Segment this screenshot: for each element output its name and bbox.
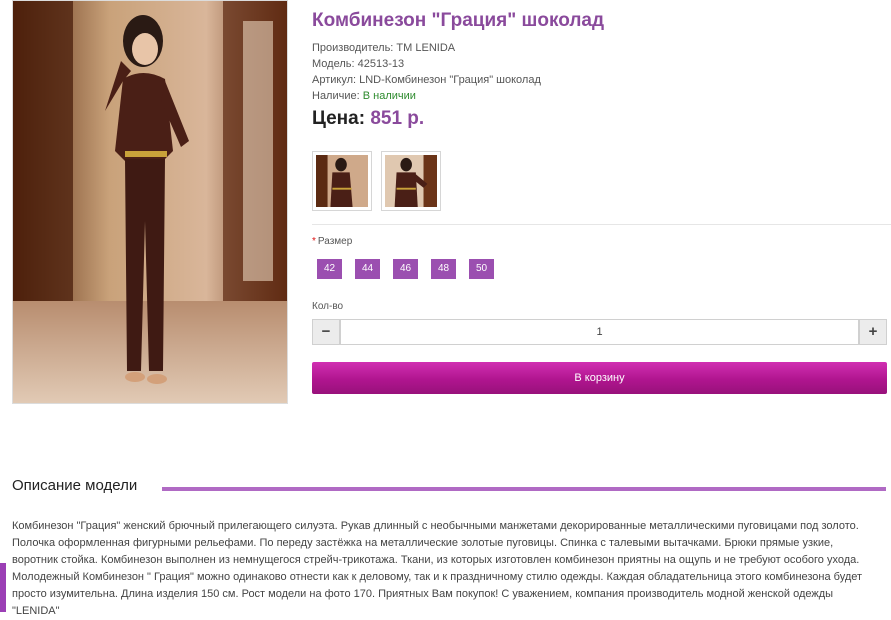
thumbnail-1[interactable] (312, 151, 372, 211)
availability-label: Наличие: (312, 90, 363, 102)
model-label: Модель: (312, 58, 358, 70)
model-row: Модель: 42513-13 (312, 56, 541, 72)
size-option-44[interactable]: 44 (355, 259, 380, 279)
description-heading-underline (162, 487, 886, 491)
size-label-text: Размер (317, 236, 353, 247)
description-heading: Описание модели (12, 477, 138, 494)
quantity-increase-button[interactable]: + (859, 319, 887, 345)
manufacturer-row: Производитель: TM LENIDA (312, 40, 541, 56)
description-text: Комбинезон "Грация" женский брючный прил… (12, 520, 863, 617)
size-option-50[interactable]: 50 (469, 259, 494, 279)
size-option-48[interactable]: 48 (431, 259, 456, 279)
availability-value: В наличии (362, 90, 416, 102)
quantity-input[interactable] (340, 319, 859, 345)
thumbnail-image (316, 155, 368, 207)
thumbnail-2[interactable] (381, 151, 441, 211)
product-photo (13, 1, 287, 403)
price-value: 851 р. (370, 108, 425, 129)
thumbnail-image (385, 155, 437, 207)
size-label: * Размер (312, 236, 352, 247)
manufacturer-value[interactable]: TM LENIDA (396, 42, 455, 54)
quantity-decrease-button[interactable]: − (312, 319, 340, 345)
required-mark: * (312, 236, 316, 247)
sku-label: Артикул: (312, 74, 360, 86)
availability-row: Наличие: В наличии (312, 88, 541, 104)
model-value: 42513-13 (357, 58, 405, 70)
size-option-42[interactable]: 42 (317, 259, 342, 279)
side-feedback-tab[interactable] (0, 563, 6, 612)
divider (312, 224, 891, 225)
price-label: Цена: (312, 108, 371, 129)
product-main-image[interactable] (12, 0, 288, 404)
product-specs: Производитель: TM LENIDA Модель: 42513-1… (312, 40, 541, 104)
manufacturer-label: Производитель: (312, 42, 397, 54)
sku-row: Артикул: LND-Комбинезон "Грация" шоколад (312, 72, 541, 88)
sku-value: LND-Комбинезон "Грация" шоколад (359, 74, 541, 86)
add-to-cart-button[interactable]: В корзину (312, 362, 887, 394)
product-price: Цена: 851 р. (312, 108, 424, 130)
size-option-46[interactable]: 46 (393, 259, 418, 279)
product-title: Комбинезон "Грация" шоколад (312, 10, 605, 31)
quantity-label: Кол-во (312, 301, 344, 312)
